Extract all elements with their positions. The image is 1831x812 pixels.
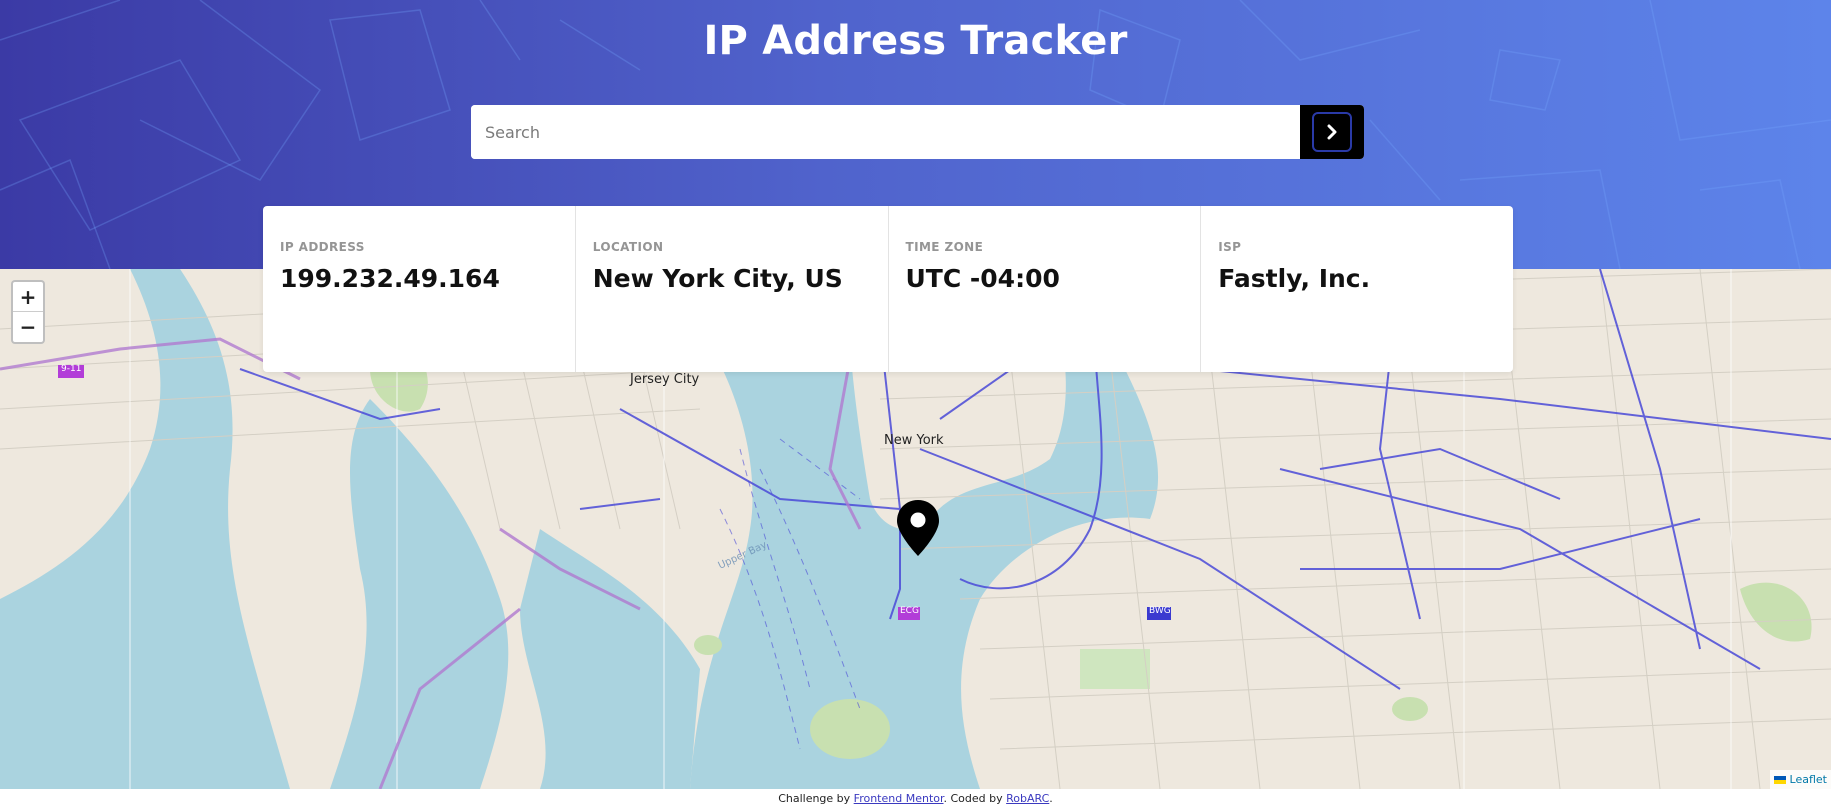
zoom-controls: + −: [11, 280, 45, 344]
badge-911: 9-11: [61, 364, 82, 374]
map-pin-icon[interactable]: [893, 498, 943, 558]
button-focus-ring: [1312, 112, 1352, 152]
search-input[interactable]: [471, 105, 1300, 159]
zoom-out-button[interactable]: −: [13, 312, 43, 342]
timezone-label: TIME ZONE: [905, 240, 984, 254]
coder-link[interactable]: RobARC: [1006, 792, 1049, 805]
badge-ecg: ECG: [900, 606, 919, 616]
page-title: IP Address Tracker: [703, 18, 1128, 64]
location-cell: LOCATION New York City, US: [574, 206, 888, 372]
location-value: New York City, US: [592, 264, 843, 293]
ip-address-cell: IP ADDRESS 199.232.49.164: [263, 206, 575, 372]
footer-prefix: Challenge by: [778, 792, 851, 805]
isp-cell: ISP Fastly, Inc.: [1200, 206, 1513, 372]
new-york-label: New York: [884, 433, 944, 448]
chevron-right-icon: [1327, 124, 1337, 140]
ip-address-value: 199.232.49.164: [280, 264, 500, 293]
ukraine-flag-icon: [1773, 775, 1786, 784]
search-submit-button[interactable]: [1300, 105, 1364, 159]
location-label: LOCATION: [592, 240, 664, 254]
map-attribution: Leaflet: [1769, 770, 1831, 789]
info-card: IP ADDRESS 199.232.49.164 LOCATION New Y…: [263, 206, 1513, 372]
badge-bwg: BWG: [1149, 606, 1171, 616]
footer-middle: . Coded by: [943, 792, 1003, 805]
leaflet-link[interactable]: Leaflet: [1790, 773, 1827, 786]
isp-value: Fastly, Inc.: [1218, 264, 1371, 293]
jersey-city-label: Jersey City: [630, 372, 700, 387]
isp-label: ISP: [1218, 240, 1242, 254]
zoom-in-button[interactable]: +: [13, 282, 43, 312]
footer: Challenge by Frontend Mentor. Coded by R…: [0, 789, 1831, 812]
timezone-cell: TIME ZONE UTC -04:00: [887, 206, 1201, 372]
ip-address-label: IP ADDRESS: [280, 240, 365, 254]
frontend-mentor-link[interactable]: Frontend Mentor: [854, 792, 944, 805]
timezone-value: UTC -04:00: [905, 264, 1060, 293]
search-bar: [471, 105, 1364, 159]
footer-suffix: .: [1049, 792, 1053, 805]
